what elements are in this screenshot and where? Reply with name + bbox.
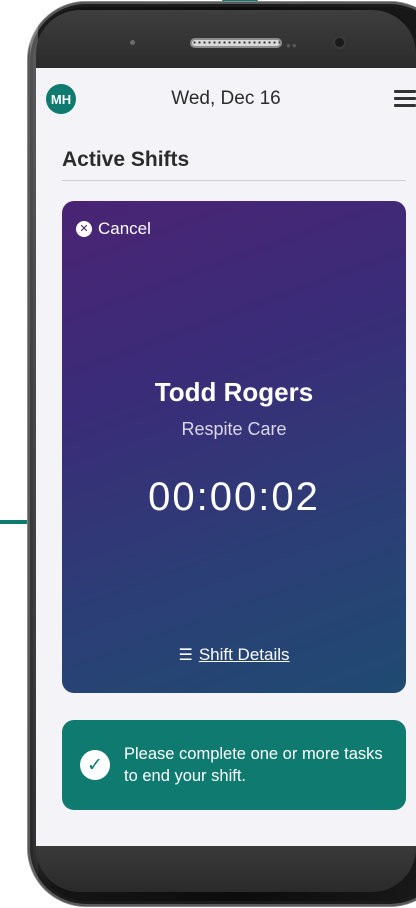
speaker-dots: ●● [286,41,298,50]
shift-details-label: Shift Details [198,645,290,664]
cancel-label: Cancel [98,219,151,238]
active-shift-card: ✕ Cancel Todd Rogers Respite Care 00:00:… [62,201,406,693]
camera-dot [130,40,135,45]
stage: ●● MH Wed, Dec 16 Active Shifts ✕ Cancel… [0,0,416,908]
phone-bottom-bezel [36,846,416,892]
current-date: Wed, Dec 16 [171,88,281,109]
divider [62,180,406,181]
checklist-icon: ☰ [178,647,193,664]
care-type: Respite Care [181,419,287,439]
speaker-grille [190,38,282,48]
front-camera [335,38,344,47]
task-alert-message: Please complete one or more tasks to end… [124,744,383,785]
shift-details-link[interactable]: ☰ Shift Details [62,645,406,665]
close-circle-icon: ✕ [76,221,92,237]
app-screen: MH Wed, Dec 16 Active Shifts ✕ Cancel To… [36,68,416,846]
app-header: MH Wed, Dec 16 [36,68,416,130]
task-alert-banner: ✓ Please complete one or more tasks to e… [62,720,406,810]
page-title: Active Shifts [62,148,190,171]
client-name: Todd Rogers [154,377,314,407]
check-circle-icon: ✓ [80,750,110,780]
hamburger-menu-icon[interactable] [394,90,416,108]
cancel-button[interactable]: ✕ Cancel [76,219,151,239]
shift-timer: 00:00:02 [148,475,320,519]
